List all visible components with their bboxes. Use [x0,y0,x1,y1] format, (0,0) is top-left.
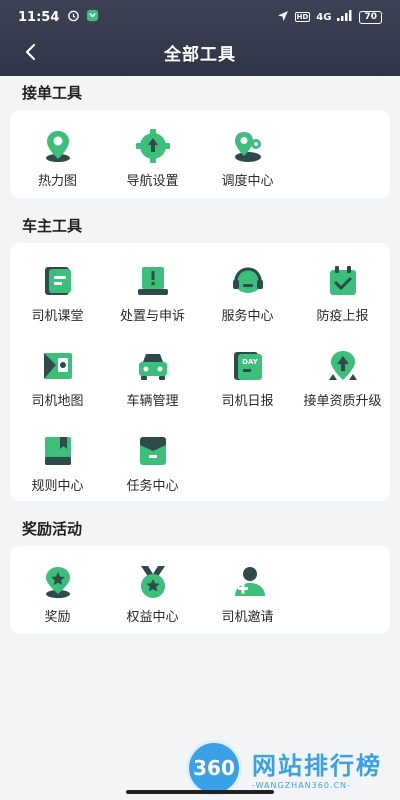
watermark-badge: 360 [186,740,242,796]
tool-epidemic-report[interactable]: 防疫上报 [295,263,390,324]
network-label: 4G [316,11,332,23]
tool-service-center[interactable]: 服务中心 [200,263,295,324]
tool-qualification-upgrade[interactable]: 接单资质升级 [295,348,390,409]
tool-label: 车辆管理 [126,394,179,409]
location-arrow-icon [277,10,289,25]
tool-dispatch-center[interactable]: 调度中心 [200,128,295,189]
section-title-driver-tools: 车主工具 [22,217,83,235]
map-icon [43,353,72,379]
tool-label: 调度中心 [221,174,274,189]
tool-driver-invite[interactable]: 司机邀请 [200,564,295,625]
watermark: 360 网站排行榜 -WANGZHAN360.CN- [186,740,382,796]
tool-label: 接单资质升级 [303,394,382,409]
watermark-main: 网站排行榜 [252,752,382,780]
tool-heatmap[interactable]: 热力图 [10,128,105,189]
back-button[interactable] [16,38,44,66]
tool-driver-daily[interactable]: DAY 司机日报 [200,348,295,409]
tool-label: 服务中心 [221,309,274,324]
tool-label: 奖励 [44,610,71,625]
tool-label: 司机邀请 [221,610,274,625]
card-driver-tools: 司机课堂 处置与申诉 服务中心 防疫上报 司机地图 车辆管理 DAY 司机日报 … [10,243,390,501]
tool-rule-center[interactable]: 规则中心 [10,433,105,494]
medal-icon [140,566,165,598]
tool-reward[interactable]: 奖励 [10,564,105,625]
task-icon [139,437,166,465]
tool-label: 司机地图 [31,394,84,409]
card-order-tools: 热力图 导航设置 调度中心 [10,110,390,198]
tool-label: 规则中心 [31,479,84,494]
map-pin-icon [45,131,70,162]
gear-arrow-icon [135,129,170,163]
tool-label: 任务中心 [126,479,179,494]
rule-book-icon [44,437,71,465]
card-rewards: 奖励 权益中心 司机邀请 [10,546,390,634]
app-header: 11:54 HD 4G 70 全部工具 [0,0,400,76]
tool-label: 权益中心 [126,610,179,625]
star-pin-icon [45,567,70,598]
svg-text:DAY: DAY [242,358,259,366]
tool-disposal-appeal[interactable]: 处置与申诉 [105,263,200,324]
status-time: 11:54 [18,9,60,25]
section-title-order-tools: 接单工具 [22,84,83,102]
invite-user-icon [234,567,265,596]
section-title-rewards: 奖励活动 [22,520,83,538]
page-title: 全部工具 [164,44,236,65]
app-notification-icon [86,9,99,26]
headset-icon [232,267,263,293]
tool-navigation-settings[interactable]: 导航设置 [105,128,200,189]
tool-label: 司机日报 [221,394,274,409]
signal-icon [337,10,353,24]
tool-label: 热力图 [37,174,77,189]
tool-label: 防疫上报 [316,309,369,324]
chevron-left-icon [25,43,36,61]
battery-indicator: 70 [359,10,382,24]
badge-upgrade-icon [328,351,357,380]
home-indicator[interactable] [126,790,274,794]
dispatch-icon [234,132,261,162]
tool-task-center[interactable]: 任务中心 [105,433,200,494]
tool-label: 导航设置 [126,174,179,189]
tool-driver-map[interactable]: 司机地图 [10,348,105,409]
title-bar: 全部工具 [0,34,400,70]
car-icon [138,354,167,380]
watermark-text: 网站排行榜 -WANGZHAN360.CN- [252,746,382,790]
tool-vehicle-management[interactable]: 车辆管理 [105,348,200,409]
tool-driver-classroom[interactable]: 司机课堂 [10,263,105,324]
watermark-sub: -WANGZHAN360.CN- [252,781,351,790]
status-bar: 11:54 HD 4G 70 [0,0,400,34]
status-right-group: HD 4G 70 [277,10,382,25]
tool-label: 司机课堂 [31,309,84,324]
alarm-icon [67,9,80,26]
day-report-icon: DAY [233,352,262,380]
alert-monitor-icon [137,267,168,295]
tool-label: 处置与申诉 [119,309,185,324]
calendar-check-icon [329,266,356,295]
hd-icon: HD [294,12,311,22]
tool-benefits-center[interactable]: 权益中心 [105,564,200,625]
book-icon [44,267,71,295]
